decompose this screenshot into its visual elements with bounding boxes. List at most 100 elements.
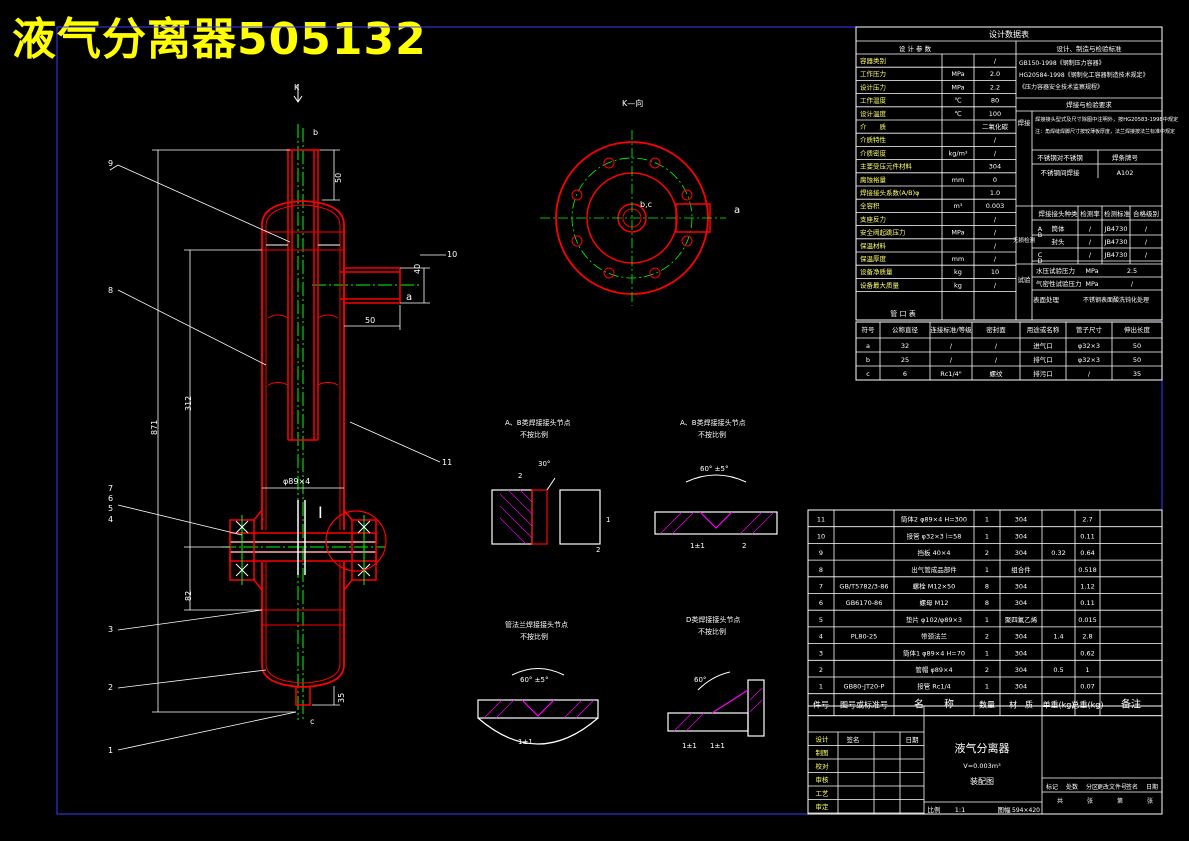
parts-cell: 11: [817, 516, 825, 524]
nozzle-cell: 32: [901, 342, 909, 350]
parts-cell: 4: [819, 633, 823, 641]
design-param-value: /: [994, 242, 997, 250]
ndt-cell: JB4730: [1104, 251, 1128, 259]
nozzle-cell: Rc1/4": [940, 370, 962, 378]
design-param-unit: MPa: [951, 229, 964, 237]
nozzle-cell: /: [995, 342, 998, 350]
parts-cell: 1: [985, 532, 989, 540]
weld-2-sub: 不按比例: [698, 430, 726, 439]
weld-4-title: D类焊接接头节点: [686, 615, 740, 624]
design-col-head-standards: 设计、制造与检验标准: [1057, 44, 1123, 53]
parts-cell: 0.64: [1080, 549, 1094, 557]
title-sheet-count: 共: [1057, 797, 1063, 805]
weld-req-text-2: 注：角焊缝焊脚尺寸按较薄板厚度，法兰焊接按法兰标准中规定: [1035, 128, 1175, 135]
nozzle-cell: /: [995, 356, 998, 364]
parts-cell: 螺母 M12: [920, 598, 949, 607]
ndt-cell: JB4730: [1104, 238, 1128, 246]
parts-cell: 0.62: [1080, 649, 1094, 657]
leader-2: 2: [108, 683, 113, 692]
parts-cell: 组合件: [1011, 565, 1031, 574]
nozzle-cell: 螺纹: [990, 369, 1004, 378]
ndt-cell: /: [1089, 238, 1092, 246]
dim-lower: 82: [184, 591, 193, 601]
nozzle-label-c: c: [310, 717, 314, 726]
test-label: 试验: [1018, 275, 1032, 284]
parts-cell: 304: [1015, 583, 1027, 591]
design-param-unit: mm: [952, 255, 965, 263]
parts-cell: GB80-JT20-P: [844, 683, 885, 691]
title-block: 设计制图校对审核工艺审定签名 日期液气分离器V=0.003m³装配图比例 1:1 图幅…: [807, 705, 1163, 815]
design-param-value: /: [994, 215, 997, 223]
design-param-value: 80: [991, 97, 999, 105]
design-param-name: 设计压力: [860, 82, 886, 91]
design-standard: GB150-1998《钢制压力容器》: [1019, 59, 1105, 67]
nozzle-head: 密封面: [986, 325, 1006, 334]
parts-cell: 1: [985, 516, 989, 524]
parts-cell: 0.32: [1051, 549, 1065, 557]
design-param-name: 全容积: [860, 201, 880, 210]
parts-cell: 聚四氟乙烯: [1005, 615, 1038, 624]
weld-detail-4: D类焊接接头节点 不按比例 60° 1±1 1±1: [667, 615, 765, 750]
design-param-name: 工作压力: [860, 69, 886, 78]
parts-head: 材 质: [1009, 700, 1033, 710]
design-param-value: 2.0: [990, 70, 1000, 78]
weld-3-sub: 不按比例: [520, 632, 548, 641]
design-param-name: 工作温度: [860, 96, 887, 105]
weld-3-title: 管法兰焊接接头节点: [505, 620, 568, 629]
title-product-spec: V=0.003m³: [963, 762, 1001, 770]
ndt-cell: /: [1145, 225, 1148, 233]
weld-4-sub: 不按比例: [698, 627, 726, 636]
parts-cell: 1.12: [1080, 583, 1094, 591]
ndt-head-b: 检测率: [1080, 209, 1100, 218]
ndt-cell: B: [1038, 231, 1042, 239]
title-role: 设计: [816, 735, 830, 744]
parts-cell: 8: [985, 599, 989, 607]
leader-9: 9: [108, 159, 113, 168]
weld-detail-2: A、B类焊接接头节点 不按比例 60° ±5° 1±1 2: [654, 418, 778, 550]
title-role: 制图: [816, 748, 829, 757]
test-unit: MPa: [1085, 267, 1098, 275]
weld-2-dim-b: 2: [742, 542, 746, 550]
weld-detail-1: A、B类焊接接头节点 不按比例 30° 2 1 2: [491, 418, 610, 554]
nozzle-label-b: b: [313, 128, 318, 137]
design-standard: 《压力容器安全技术监察规程》: [1019, 83, 1103, 91]
ndt-cell: 筒体: [1052, 224, 1066, 233]
dim-bottom: 35: [337, 693, 346, 703]
finish-label: 表面处理: [1033, 295, 1060, 304]
dim-stub: 50: [365, 316, 375, 325]
parts-cell: 挡板 40×4: [918, 548, 951, 557]
nozzle-head: 公称直径: [892, 325, 919, 334]
dim-overall: 871: [150, 420, 159, 435]
k-view-title: K—向: [622, 98, 643, 108]
nozzle-cell: a: [866, 342, 870, 350]
title-change-label: 标记: [1046, 783, 1058, 791]
parts-cell: 0.5: [1053, 666, 1063, 674]
leader-lines: [109, 164, 446, 751]
weld-1-dim-b: 1: [606, 516, 610, 524]
design-param-unit: kg: [954, 281, 962, 289]
design-param-name: 保温厚度: [860, 254, 887, 263]
design-param-unit: MPa: [951, 83, 964, 91]
main-vessel-view: 9 8 7 6 5 4 3 2 1 10 11 K b a c 50 40 50…: [108, 83, 457, 755]
design-param-name: 介质密度: [860, 148, 887, 157]
design-param-value: /: [994, 281, 997, 289]
weld-mat-head-a: 不锈钢对不锈钢: [1037, 153, 1083, 162]
design-param-value: /: [994, 229, 997, 237]
dim-nozzle: 40: [413, 264, 422, 274]
parts-cell: 304: [1015, 599, 1027, 607]
design-param-name: 主要受压元件材料: [860, 162, 913, 171]
ndt-head-a: 焊接接头种类: [1039, 209, 1079, 218]
parts-head: 名 称: [914, 698, 954, 711]
design-param-unit: MPa: [951, 70, 964, 78]
design-param-value: 0: [993, 176, 997, 184]
parts-cell: 304: [1015, 649, 1027, 657]
design-param-value: /: [994, 255, 997, 263]
parts-cell: 2.8: [1082, 633, 1092, 641]
ndt-head-c: 检测标准: [1104, 209, 1131, 218]
title-role: 审核: [816, 775, 830, 784]
dim-inner: 312: [184, 396, 193, 411]
k-view-center-label: b,c: [640, 200, 652, 209]
parts-cell: 304: [1015, 683, 1027, 691]
parts-cell: 垫片 φ102/φ89×3: [906, 615, 962, 624]
nozzle-cell: b: [866, 356, 870, 364]
